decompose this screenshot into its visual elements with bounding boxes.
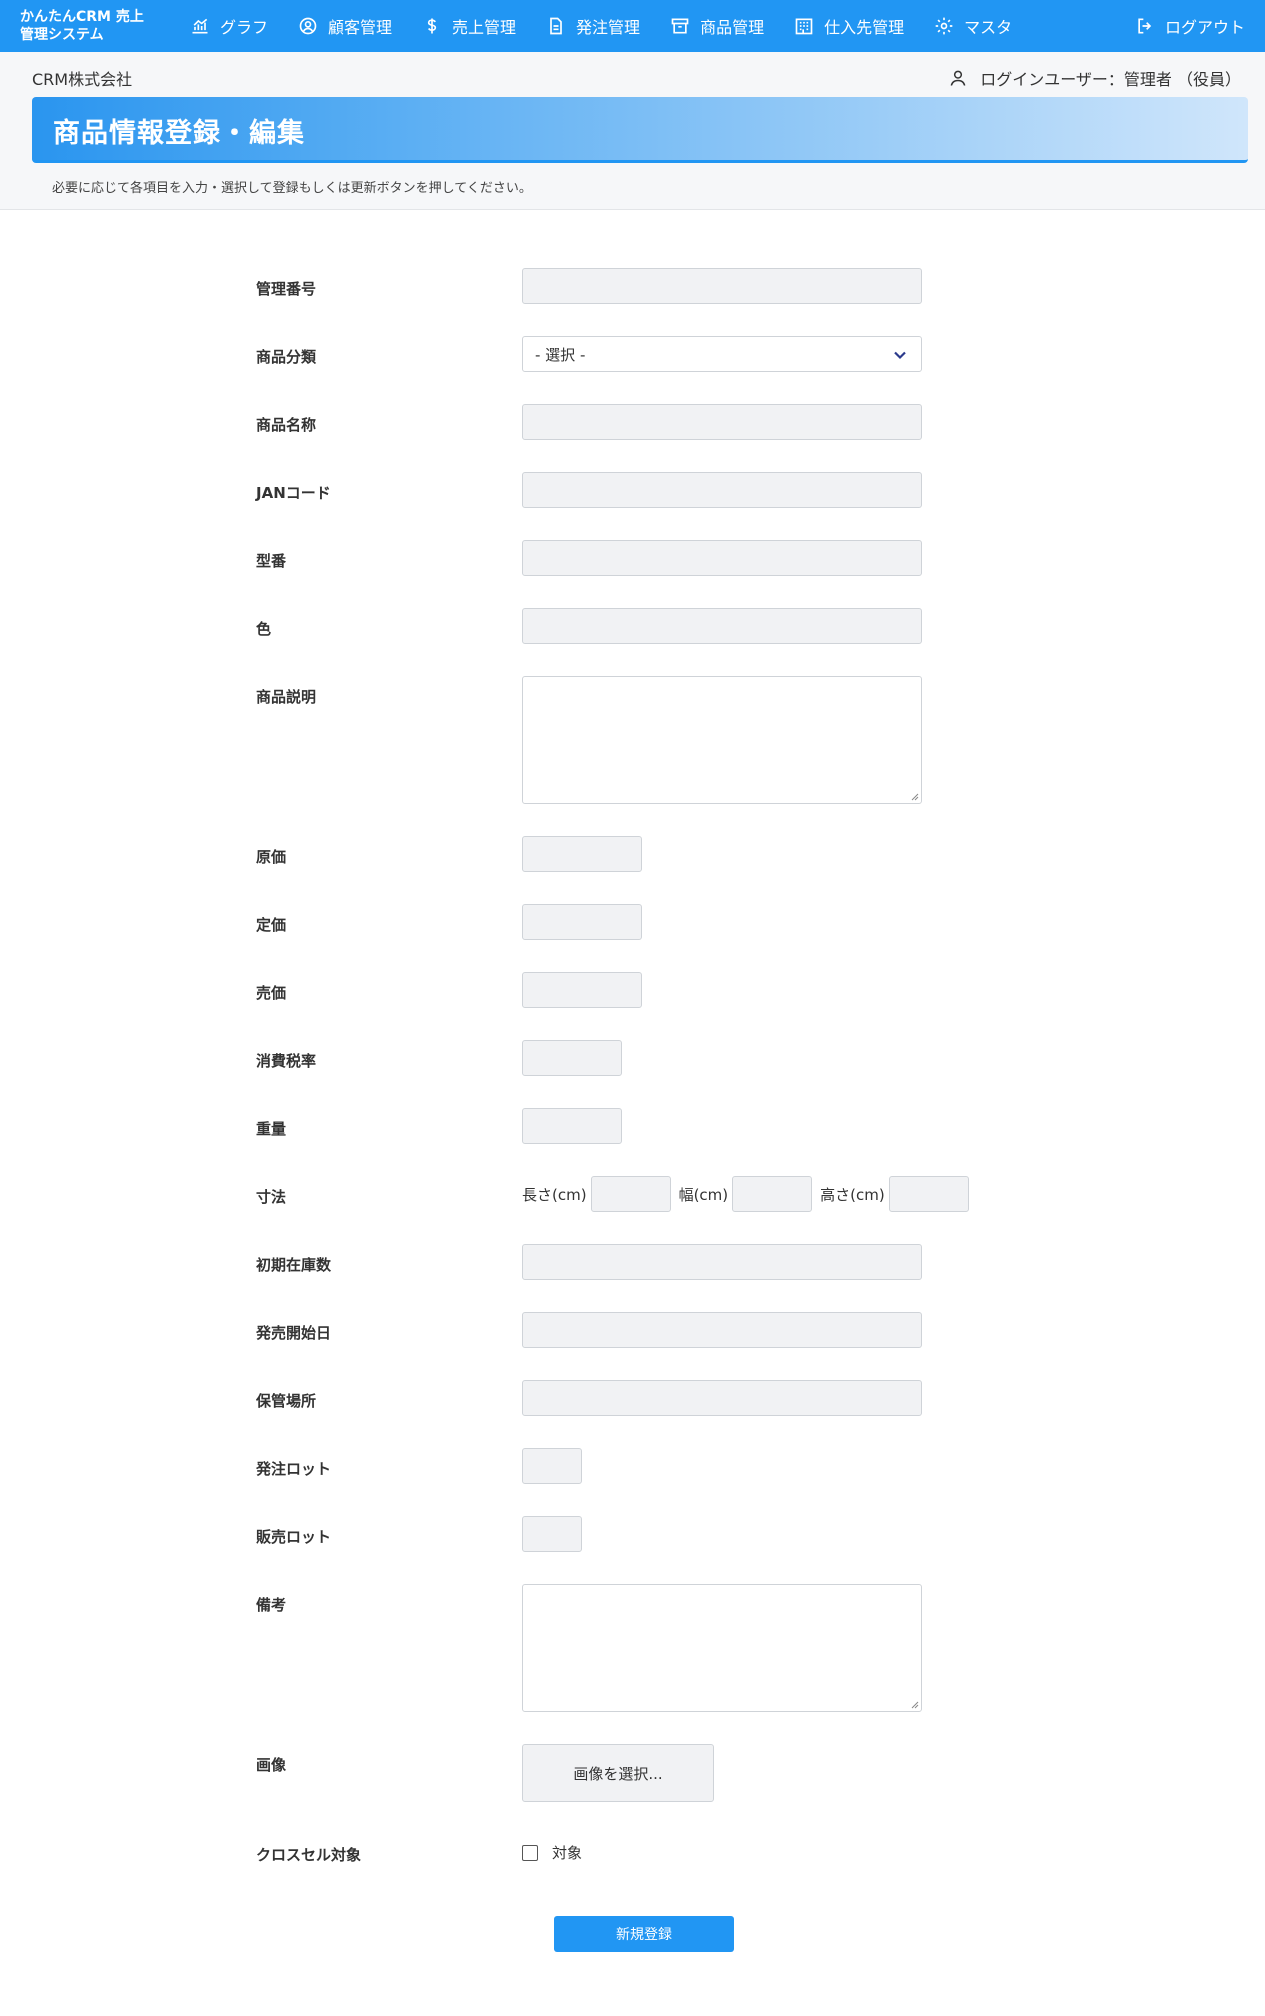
category-selected-value: - 選択 - — [535, 345, 586, 364]
nav-item-master[interactable]: マスタ — [934, 0, 1012, 52]
field-label: 管理番号 — [256, 280, 317, 298]
field-label: 画像 — [256, 1756, 287, 1774]
chevron-down-icon — [894, 351, 906, 360]
nav-menu: グラフ 顧客管理 売上管理 発注管理 商品管理 仕入先管理 マスタ — [190, 0, 1042, 52]
field-label: 寸法 — [256, 1188, 287, 1206]
list-price-input[interactable] — [522, 904, 642, 940]
nav-item-label: 発注管理 — [576, 18, 641, 37]
field-label: 発売開始日 — [256, 1324, 332, 1342]
field-label: 保管場所 — [256, 1392, 317, 1410]
logout-icon — [1138, 18, 1152, 34]
field-label: 販売ロット — [256, 1528, 332, 1546]
category-select[interactable]: - 選択 - — [522, 336, 922, 372]
chart-icon — [192, 18, 208, 34]
nav-item-products[interactable]: 商品管理 — [670, 0, 764, 52]
field-label: 色 — [256, 620, 272, 638]
user-circle-icon — [299, 17, 317, 35]
field-label: 定価 — [256, 916, 287, 934]
tax-rate-input[interactable] — [522, 1040, 622, 1076]
nav-item-label: 仕入先管理 — [824, 18, 905, 37]
storage-location-input[interactable] — [522, 1380, 922, 1416]
sales-lot-input[interactable] — [522, 1516, 582, 1552]
dimensions-group: 長さ(cm) 幅(cm) 高さ(cm) — [522, 1176, 977, 1212]
cross-sell-checkbox[interactable] — [522, 1844, 538, 1861]
cross-sell-option[interactable]: 対象 — [522, 1842, 582, 1863]
submit-register-button[interactable]: 新規登録 — [554, 1916, 734, 1952]
nav-item-label: グラフ — [220, 18, 269, 37]
nav-item-orders[interactable]: 発注管理 — [546, 0, 640, 52]
gear-icon — [935, 17, 953, 35]
field-label: 商品分類 — [256, 348, 317, 366]
logout-button[interactable]: ログアウト — [1135, 0, 1245, 52]
brand-line-2: 管理システム — [20, 27, 104, 43]
dim-width-label: 幅(cm) — [678, 1185, 729, 1204]
field-label: 売価 — [256, 984, 287, 1002]
nav-item-label: 顧客管理 — [328, 18, 393, 37]
cross-sell-option-label: 対象 — [552, 1844, 583, 1862]
field-label: クロスセル対象 — [256, 1846, 362, 1864]
weight-input[interactable] — [522, 1108, 622, 1144]
nav-item-suppliers[interactable]: 仕入先管理 — [794, 0, 904, 52]
field-label: 原価 — [256, 848, 287, 866]
login-user-info: ログインユーザー：管理者 （役員） — [948, 66, 1241, 90]
dim-width-input[interactable] — [732, 1176, 813, 1212]
archive-icon — [671, 18, 689, 34]
top-navbar: かんたんCRM 売上 管理システム グラフ 顧客管理 売上管理 発注管理 商品管… — [0, 0, 1265, 52]
instruction-text: 必要に応じて各項目を入力・選択して登録もしくは更新ボタンを押してください。 — [52, 181, 532, 196]
field-label: 型番 — [256, 552, 287, 570]
release-date-input[interactable] — [522, 1312, 922, 1348]
page-header: CRM株式会社 ログインユーザー：管理者 （役員） 商品情報登録・編集 必要に応… — [0, 52, 1265, 210]
resize-handle-icon[interactable] — [911, 1701, 919, 1709]
cost-price-input[interactable] — [522, 836, 642, 872]
nav-item-customers[interactable]: 顧客管理 — [298, 0, 392, 52]
product-name-input[interactable] — [522, 404, 922, 440]
resize-handle-icon[interactable] — [911, 793, 919, 801]
field-label: 発注ロット — [256, 1460, 332, 1478]
order-lot-input[interactable] — [522, 1448, 582, 1484]
nav-item-label: 商品管理 — [700, 18, 765, 37]
title-banner: 商品情報登録・編集 — [32, 97, 1248, 163]
description-textarea[interactable] — [522, 676, 922, 804]
nav-item-label: 売上管理 — [452, 18, 517, 37]
page-title: 商品情報登録・編集 — [53, 118, 305, 149]
sale-price-input[interactable] — [522, 972, 642, 1008]
field-label: 重量 — [256, 1120, 287, 1138]
remarks-textarea[interactable] — [522, 1584, 922, 1712]
field-label: 消費税率 — [256, 1052, 317, 1070]
building-icon — [795, 18, 813, 35]
field-label: 備考 — [256, 1596, 287, 1614]
dim-height-input[interactable] — [888, 1176, 969, 1212]
field-label: JANコード — [256, 484, 331, 502]
document-icon — [550, 17, 562, 35]
initial-stock-input[interactable] — [522, 1244, 922, 1280]
company-name: CRM株式会社 — [32, 70, 133, 89]
nav-item-sales[interactable]: 売上管理 — [422, 0, 516, 52]
image-select-button[interactable]: 画像を選択... — [522, 1744, 714, 1802]
model-number-input[interactable] — [522, 540, 922, 576]
dollar-icon — [427, 18, 437, 34]
nav-item-graph[interactable]: グラフ — [190, 0, 268, 52]
logout-label: ログアウト — [1164, 18, 1245, 37]
field-label: 商品名称 — [256, 416, 317, 434]
field-label: 商品説明 — [256, 688, 317, 706]
management-number-input[interactable] — [522, 268, 922, 304]
login-user-label: ログインユーザー：管理者 （役員） — [980, 70, 1241, 89]
dim-length-label: 長さ(cm) — [522, 1185, 587, 1204]
field-label: 初期在庫数 — [256, 1256, 332, 1274]
color-input[interactable] — [522, 608, 922, 644]
dim-length-input[interactable] — [590, 1176, 671, 1212]
user-icon — [950, 70, 966, 86]
brand-line-1: かんたんCRM 売上 — [20, 9, 144, 25]
nav-item-label: マスタ — [964, 18, 1013, 37]
brand-logo[interactable]: かんたんCRM 売上 管理システム — [20, 8, 144, 44]
jan-code-input[interactable] — [522, 472, 922, 508]
dim-height-label: 高さ(cm) — [820, 1185, 885, 1204]
